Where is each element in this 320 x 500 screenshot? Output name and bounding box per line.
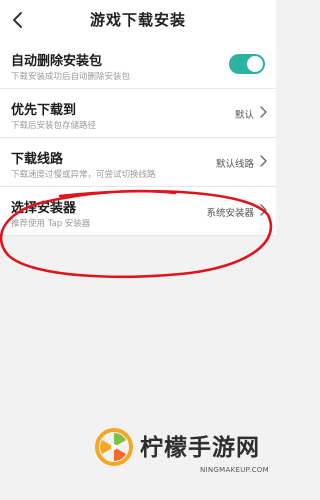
watermark-url: NINGMAKEUP.COM [200,466,269,474]
setting-row-download-line[interactable]: 下载线路 下载速度过慢或异常，可尝试切换线路 默认线路 [0,138,276,187]
lemon-logo-icon [95,428,133,466]
header-bar: 游戏下载安装 [0,0,276,40]
setting-description: 推荐使用 Tap 安装器 [11,219,91,229]
setting-value: 默认 [234,110,254,121]
setting-description: 下载后安装包存储路径 [11,121,97,131]
watermark: 柠檬手游网 NINGMAKEUP.COM [92,425,272,500]
setting-row-auto-delete: 自动删除安装包 下载安装成功后自动删除安装包 [0,40,276,89]
setting-title: 优先下载到 [11,103,77,118]
chevron-right-icon [260,106,267,118]
setting-title: 自动删除安装包 [11,54,103,69]
setting-title: 下载线路 [11,152,64,167]
auto-delete-toggle[interactable] [229,54,265,74]
setting-description: 下载速度过慢或异常，可尝试切换线路 [11,170,156,180]
settings-list: 自动删除安装包 下载安装成功后自动删除安装包 优先下载到 下载后安装包存储路径 … [0,40,276,236]
setting-title: 选择安装器 [11,201,77,216]
setting-value: 默认线路 [215,159,254,170]
page-title: 游戏下载安装 [89,11,186,29]
watermark-text: 柠檬手游网 [140,435,260,461]
setting-row-installer[interactable]: 选择安装器 推荐使用 Tap 安装器 系统安装器 [0,187,276,236]
setting-description: 下载安装成功后自动删除安装包 [11,72,131,82]
toggle-knob [247,56,263,72]
page: 游戏下载安装 自动删除安装包 下载安装成功后自动删除安装包 优先下载到 下载后安… [0,0,276,500]
chevron-right-icon [260,204,267,216]
setting-row-download-location[interactable]: 优先下载到 下载后安装包存储路径 默认 [0,89,276,138]
setting-value: 系统安装器 [206,208,254,219]
chevron-right-icon [260,155,267,167]
